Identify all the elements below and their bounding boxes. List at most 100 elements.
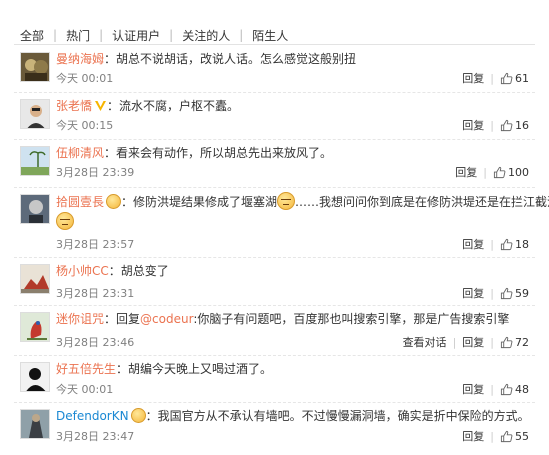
comment-text: ：修防洪堤结果修成了堰塞湖 bbox=[121, 195, 278, 209]
filter-following[interactable]: 关注的人 bbox=[182, 27, 230, 44]
emoji-sticker-icon bbox=[130, 408, 146, 423]
comment-text: ：看来会有动作，所以胡总先出来放风了。 bbox=[104, 146, 333, 160]
verified-v-icon bbox=[95, 101, 107, 111]
comment-time: 3月28日 23:57 bbox=[56, 238, 135, 251]
comment-time: 今天 00:01 bbox=[56, 72, 114, 85]
comment-text: ：回复 bbox=[104, 312, 141, 326]
like-count: 55 bbox=[515, 429, 529, 443]
action-separator: | bbox=[490, 335, 494, 349]
like-count: 18 bbox=[515, 237, 529, 251]
awkward-face-emoji-icon bbox=[56, 212, 74, 230]
comment-item: DefendorKN ：我国官方从不承认有墙吧。不过慢慢漏洞墙，确实是折中保险的方… bbox=[14, 403, 535, 451]
emoji-sticker-icon bbox=[106, 194, 122, 209]
comment-time: 3月28日 23:39 bbox=[56, 166, 135, 179]
like-count: 72 bbox=[515, 335, 529, 349]
smug-face-emoji-icon bbox=[277, 192, 296, 210]
avatar[interactable] bbox=[20, 146, 50, 176]
comment-item: 伍柳清风：看来会有动作，所以胡总先出来放风了。 3月28日 23:39 回复 |… bbox=[14, 140, 535, 188]
comment-time: 今天 00:01 bbox=[56, 383, 114, 396]
reply-button[interactable]: 回复 bbox=[462, 285, 484, 301]
comment-actions: 回复 | 18 bbox=[462, 236, 529, 252]
commenter-name[interactable]: 杨小帅CC bbox=[56, 264, 109, 278]
thumbs-up-icon bbox=[500, 430, 513, 442]
comment-text: ：我国官方从不承认有墙吧。不过慢慢漏洞墙，确实是折中保险的方式。 bbox=[145, 409, 530, 423]
like-count: 16 bbox=[515, 118, 529, 132]
filter-verified[interactable]: 认证用户 bbox=[112, 27, 160, 44]
mention-link[interactable]: @codeur bbox=[140, 312, 193, 326]
reply-button[interactable]: 回复 bbox=[455, 164, 477, 180]
comment-item: 曼纳海姆：胡总不说胡话，改说人话。怎么感觉这般别扭 今天 00:01 回复 | … bbox=[14, 46, 535, 93]
reply-button[interactable]: 回复 bbox=[462, 70, 484, 86]
like-button[interactable]: 61 bbox=[500, 72, 529, 85]
divider bbox=[14, 44, 535, 45]
filter-separator: | bbox=[169, 28, 174, 42]
reply-button[interactable]: 回复 bbox=[462, 334, 484, 350]
avatar[interactable] bbox=[20, 409, 50, 439]
like-button[interactable]: 59 bbox=[500, 287, 529, 300]
commenter-name[interactable]: 伍柳清风 bbox=[56, 146, 104, 160]
thumbs-up-icon bbox=[500, 336, 513, 348]
comment-actions: 回复 | 100 bbox=[455, 164, 529, 180]
filter-hot[interactable]: 热门 bbox=[66, 27, 90, 44]
action-separator: | bbox=[490, 118, 494, 132]
like-button[interactable]: 55 bbox=[500, 430, 529, 443]
thumbs-up-icon bbox=[500, 383, 513, 395]
avatar[interactable] bbox=[20, 52, 50, 82]
thumbs-up-icon bbox=[493, 166, 506, 178]
comment-text-continued: :你脑子有问题吧，百度那也叫搜索引擎，那是广告搜索引擎 bbox=[193, 312, 510, 326]
like-button[interactable]: 16 bbox=[500, 119, 529, 132]
comment-item: 迷你诅咒：回复@codeur:你脑子有问题吧，百度那也叫搜索引擎，那是广告搜索引… bbox=[14, 306, 535, 356]
like-button[interactable]: 18 bbox=[500, 238, 529, 251]
comment-filter-bar: 全部 | 热门 | 认证用户 | 关注的人 | 陌生人 bbox=[20, 26, 288, 44]
like-count: 100 bbox=[508, 165, 529, 179]
commenter-name[interactable]: 曼纳海姆 bbox=[56, 52, 104, 66]
filter-separator: | bbox=[239, 28, 244, 42]
comment-item: 张老憍 ：流水不腐，户枢不蠹。 今天 00:15 回复 | 16 bbox=[14, 93, 535, 140]
avatar[interactable] bbox=[20, 312, 50, 342]
view-conversation-button[interactable]: 查看对话 bbox=[403, 334, 447, 350]
comment-actions: 查看对话 | 回复 | 72 bbox=[403, 334, 529, 350]
commenter-name[interactable]: DefendorKN bbox=[56, 409, 129, 423]
comment-time: 3月28日 23:47 bbox=[56, 430, 135, 443]
comment-text: ：胡总变了 bbox=[108, 264, 169, 278]
action-separator: | bbox=[490, 71, 494, 85]
filter-separator: | bbox=[99, 28, 104, 42]
comment-time: 今天 00:15 bbox=[56, 119, 114, 132]
like-count: 61 bbox=[515, 71, 529, 85]
comment-item: 杨小帅CC：胡总变了 3月28日 23:31 回复 | 59 bbox=[14, 258, 535, 306]
avatar[interactable] bbox=[20, 264, 50, 294]
avatar[interactable] bbox=[20, 194, 50, 224]
thumbs-up-icon bbox=[500, 72, 513, 84]
action-separator: | bbox=[490, 237, 494, 251]
action-separator: | bbox=[490, 429, 494, 443]
like-count: 48 bbox=[515, 382, 529, 396]
commenter-name[interactable]: 张老憍 bbox=[56, 99, 92, 113]
comment-text: ：胡总不说胡话，改说人话。怎么感觉这般别扭 bbox=[104, 52, 357, 66]
commenter-name[interactable]: 拾圆壹長 bbox=[56, 195, 104, 209]
commenter-name[interactable]: 好五倍先生 bbox=[56, 362, 116, 376]
comment-actions: 回复 | 61 bbox=[462, 70, 529, 86]
comment-actions: 回复 | 55 bbox=[462, 428, 529, 444]
comment-text-continued: ……我想问问你到底是在修防洪堤还是在拦江截流 bbox=[295, 195, 549, 209]
comment-time: 3月28日 23:46 bbox=[56, 336, 135, 349]
reply-button[interactable]: 回复 bbox=[462, 117, 484, 133]
comment-text: ：胡编今天晚上又喝过酒了。 bbox=[116, 362, 273, 376]
filter-all[interactable]: 全部 bbox=[20, 27, 44, 44]
filter-strangers[interactable]: 陌生人 bbox=[252, 27, 288, 44]
comment-time: 3月28日 23:31 bbox=[56, 287, 135, 300]
like-button[interactable]: 100 bbox=[493, 166, 529, 179]
commenter-name[interactable]: 迷你诅咒 bbox=[56, 312, 104, 326]
reply-button[interactable]: 回复 bbox=[462, 381, 484, 397]
comment-text: ：流水不腐，户枢不蠹。 bbox=[107, 99, 240, 113]
avatar[interactable] bbox=[20, 99, 50, 129]
filter-separator: | bbox=[53, 28, 58, 42]
avatar[interactable] bbox=[20, 362, 50, 392]
reply-button[interactable]: 回复 bbox=[462, 428, 484, 444]
action-separator: | bbox=[483, 165, 487, 179]
like-button[interactable]: 72 bbox=[500, 336, 529, 349]
comment-item: 拾圆壹長 ：修防洪堤结果修成了堰塞湖 ……我想问问你到底是在修防洪堤还是在拦江截流 … bbox=[14, 188, 549, 258]
reply-button[interactable]: 回复 bbox=[462, 236, 484, 252]
comment-actions: 回复 | 59 bbox=[462, 285, 529, 301]
comment-item: 好五倍先生：胡编今天晚上又喝过酒了。 今天 00:01 回复 | 48 bbox=[14, 356, 535, 403]
like-button[interactable]: 48 bbox=[500, 383, 529, 396]
